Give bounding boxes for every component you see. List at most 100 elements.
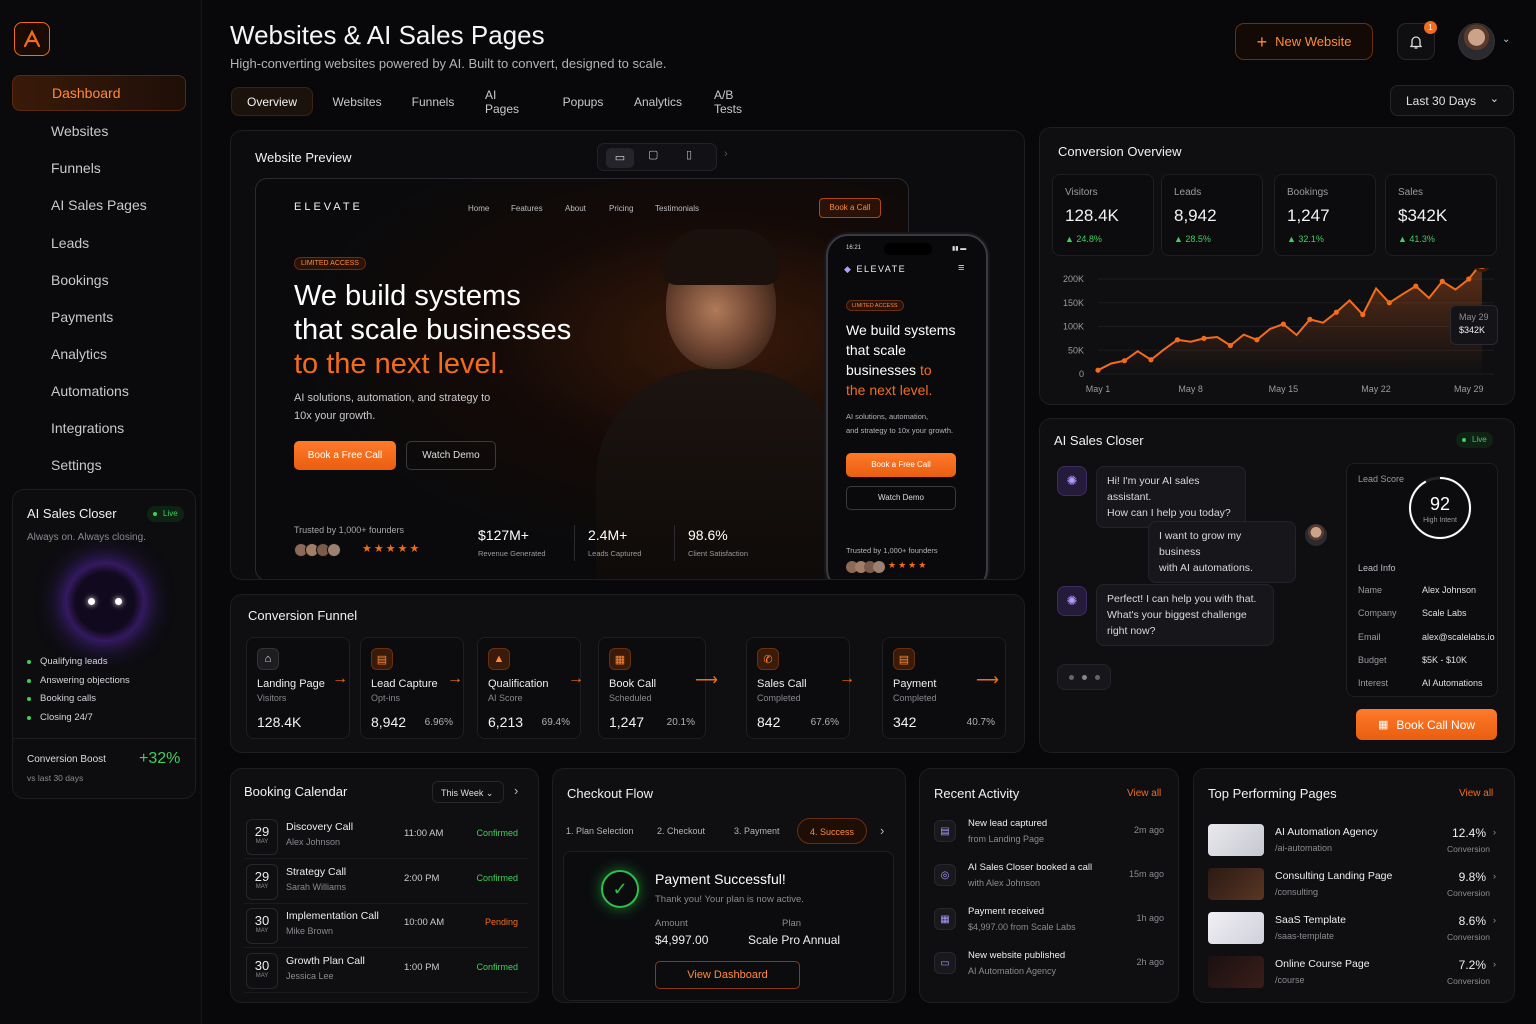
funnel-icon [22, 161, 37, 176]
tab-analytics[interactable]: Analytics [622, 87, 694, 116]
sidebar-item-funnels[interactable]: Funnels [12, 150, 186, 186]
top-page-row[interactable]: SaaS Template/saas-template 8.6% › Conversi… [1208, 912, 1496, 952]
tab-funnels[interactable]: Funnels [399, 87, 467, 116]
funnel-step-lead-capture[interactable]: ▤ Lead Capture Opt-ins 8,942 6.96% [360, 637, 464, 739]
phone-watch-demo-button[interactable]: Watch Demo [846, 486, 956, 510]
success-sub: Thank you! Your plan is now active. [655, 894, 804, 905]
activity-row[interactable]: ▦ Payment received $4,997.00 from Scale La… [934, 906, 1164, 948]
book-call-now-button[interactable]: ▦ Book Call Now [1356, 709, 1497, 740]
preview-book-call-button[interactable]: Book a Call [819, 198, 881, 218]
overview-stat-bookings: Bookings 1,247 ▲ 32.1% [1274, 174, 1376, 256]
sidebar-item-dashboard[interactable]: Dashboard [12, 75, 186, 111]
sidebar-item-bookings[interactable]: Bookings [12, 262, 186, 298]
sidebar-item-integrations[interactable]: Integrations [12, 410, 186, 446]
sidebar-item-analytics[interactable]: Analytics [12, 336, 186, 372]
mobile-icon[interactable]: ▯ [686, 148, 692, 161]
tab-popups[interactable]: Popups [551, 87, 615, 116]
chevron-down-icon[interactable]: ⌄ [1502, 34, 1510, 45]
bot-message-1: Hi! I'm your AI sales assistant. How can … [1096, 466, 1246, 528]
activity-row[interactable]: ▤ New lead captured from Landing Page 2m ag… [934, 818, 1164, 860]
user-avatar[interactable] [1458, 23, 1495, 60]
overview-stat-leads: Leads 8,942 ▲ 28.5% [1161, 174, 1263, 256]
sidebar-item-leads[interactable]: Leads [12, 225, 186, 261]
checkout-step-4[interactable]: 4. Success [797, 818, 868, 844]
desktop-icon[interactable]: ▭ [606, 148, 634, 168]
checkout-step-2[interactable]: 2. Checkout [657, 826, 705, 836]
funnel-step-landing-page[interactable]: ⌂ Landing Page Visitors 128.4K [246, 637, 350, 739]
preview-nav-pricing[interactable]: Pricing [609, 204, 633, 213]
booking-row[interactable]: 30 MAY Growth Plan Call Jessica Lee 1:00 PM C… [244, 951, 528, 993]
date-range-select[interactable]: Last 30 Days ⌄ [1390, 85, 1514, 116]
activity-title: Recent Activity [934, 786, 1020, 801]
phone-icon: ✆ [757, 648, 779, 670]
sidebar-closer-card: AI Sales Closer Live Always on. Always c… [12, 489, 197, 799]
sidebar-item-websites[interactable]: Websites [12, 113, 186, 149]
tab-overview[interactable]: Overview [231, 87, 313, 116]
top-pages-view-all-link[interactable]: View all [1459, 788, 1493, 799]
desktop-mockup: ELEVATE Home Features About Pricing Testimon… [255, 178, 909, 579]
hero-book-call-button[interactable]: Book a Free Call [294, 441, 396, 470]
calendar-icon: ▦ [1377, 719, 1389, 731]
qualify-icon: ▲ [488, 648, 510, 670]
preview-nav-testimonials[interactable]: Testimonials [655, 204, 699, 213]
amount-value: $4,997.00 [655, 933, 709, 947]
booking-row[interactable]: 29 MAY Discovery Call Alex Johnson 11:00 AM C… [244, 817, 528, 859]
sidebar-item-payments[interactable]: Payments [12, 299, 186, 335]
sidebar-item-ai-sales-pages[interactable]: AI Sales Pages [12, 187, 186, 223]
week-filter-select[interactable]: This Week ⌄ [432, 781, 504, 803]
chart-point [1333, 309, 1339, 315]
sidebar-item-label: Leads [51, 235, 90, 251]
booking-row[interactable]: 29 MAY Strategy Call Sarah Williams 2:00 PM C… [244, 862, 528, 904]
page-subtitle: High-converting websites powered by AI. … [230, 56, 667, 71]
x-tick-label: May 15 [1269, 384, 1299, 394]
sidebar-item-label: Automations [51, 383, 129, 399]
bot-avatar-icon: ✺ [1057, 466, 1087, 496]
bot-message-2: Perfect! I can help you with that. What's… [1096, 584, 1274, 646]
website-preview-panel: Website Preview ▭ ▢ ▯ › ELEVATE Home Feat… [230, 130, 1025, 580]
limited-badge: LIMITED ACCESS [294, 257, 366, 270]
phone-book-call-button[interactable]: Book a Free Call [846, 453, 956, 477]
tab-ai-pages[interactable]: AI Pages [473, 87, 543, 116]
booking-row[interactable]: 30 MAY Implementation Call Mike Brown 10:00 … [244, 906, 528, 948]
nodes-icon [22, 384, 37, 399]
checkout-step-1[interactable]: 1. Plan Selection [566, 826, 634, 836]
tablet-icon[interactable]: ▢ [648, 148, 658, 161]
tab-a-b-tests[interactable]: A/B Tests [702, 87, 774, 116]
phone-menu-icon[interactable]: ≡ [958, 262, 964, 274]
chevron-right-icon[interactable]: › [724, 148, 728, 160]
sidebar-item-automations[interactable]: Automations [12, 373, 186, 409]
chart-highlight-icon: + [1479, 268, 1485, 269]
bot-avatar-icon: ✺ [1057, 586, 1087, 616]
plan-label: Plan [782, 918, 802, 929]
top-page-row[interactable]: Consulting Landing Page/consulting 9.8% › C… [1208, 868, 1496, 908]
funnel-step-sales-call[interactable]: ✆ Sales Call Completed 842 67.6% [746, 637, 850, 739]
preview-nav-about[interactable]: About [565, 204, 586, 213]
x-tick-label: May 29 [1454, 384, 1484, 394]
hero-headline: We build systems that scale businesses to … [294, 280, 572, 380]
sidebar-item-settings[interactable]: Settings [12, 447, 186, 483]
funnel-step-book-call[interactable]: ▦ Book Call Scheduled 1,247 20.1% [598, 637, 706, 739]
chevron-right-icon[interactable]: › [880, 823, 884, 838]
tab-websites[interactable]: Websites [322, 87, 392, 116]
top-page-row[interactable]: Online Course Page/course 7.2% › Conversion [1208, 956, 1496, 996]
arrow-right-icon: → [839, 670, 855, 687]
ai-orb-avatar [67, 564, 143, 640]
funnel-step-qualification[interactable]: ▲ Qualification AI Score 6,213 69.4% [477, 637, 581, 739]
calendar-icon: ▦ [609, 648, 631, 670]
preview-nav-features[interactable]: Features [511, 204, 543, 213]
activity-row[interactable]: ◎ AI Sales Closer booked a call with Alex … [934, 862, 1164, 904]
view-dashboard-button[interactable]: View Dashboard [655, 961, 800, 989]
lead-score-sub: High Intent [1423, 517, 1457, 524]
new-website-button[interactable]: + New Website [1235, 23, 1373, 60]
preview-nav-home[interactable]: Home [468, 204, 489, 213]
top-page-row[interactable]: AI Automation Agency/ai-automation 12.4% ›… [1208, 824, 1496, 864]
checkout-step-3[interactable]: 3. Payment [734, 826, 780, 836]
notifications-button[interactable]: 1 [1397, 21, 1437, 60]
sidebar-item-label: Dashboard [52, 85, 121, 101]
x-tick-label: May 8 [1178, 384, 1203, 394]
chevron-right-icon[interactable]: › [514, 783, 518, 798]
hero-watch-demo-button[interactable]: Watch Demo [406, 441, 496, 470]
app-logo[interactable] [14, 22, 50, 56]
activity-view-all-link[interactable]: View all [1127, 788, 1161, 799]
activity-row[interactable]: ▭ New website published AI Automation Agen… [934, 950, 1164, 992]
